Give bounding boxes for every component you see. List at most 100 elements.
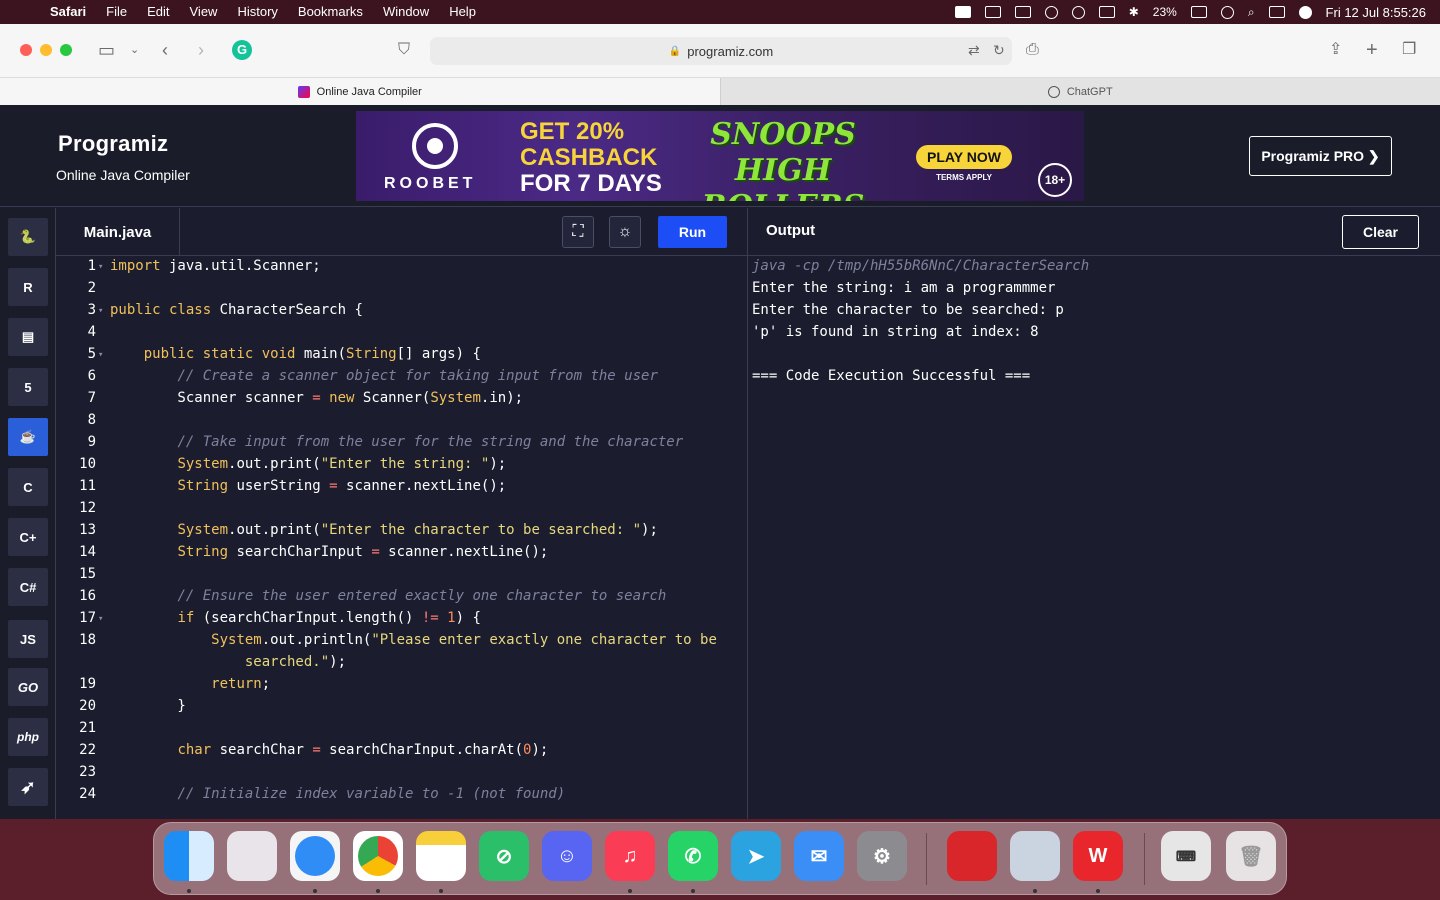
line-number: 4: [87, 324, 96, 340]
stage-manager-icon[interactable]: [984, 6, 1001, 18]
user-icon[interactable]: [1071, 5, 1085, 19]
grammarly-icon[interactable]: G: [232, 40, 252, 60]
minimize-window-button[interactable]: [40, 44, 52, 56]
line-number: 6: [87, 368, 96, 384]
code-line: import java.util.Scanner;: [110, 258, 321, 274]
php-icon[interactable]: php: [8, 718, 48, 756]
tab-online-java-compiler[interactable]: Online Java Compiler: [0, 78, 720, 105]
fullscreen-icon[interactable]: ⛶: [562, 216, 594, 248]
code-editor[interactable]: 1 2 3 4 5 6 7 8 9 10 11 12 13 14 15 16 1…: [56, 256, 748, 819]
panel-divider[interactable]: [747, 208, 748, 819]
line-number: 22: [79, 742, 96, 758]
code-line: return;: [211, 676, 271, 692]
mail-icon[interactable]: ✉: [794, 831, 844, 881]
fold-arrow-icon[interactable]: ▾: [98, 614, 103, 624]
new-tab-icon[interactable]: +: [1366, 38, 1378, 62]
display-icon[interactable]: [1014, 6, 1031, 18]
tab-chatgpt[interactable]: ChatGPT: [719, 78, 1440, 105]
back-icon[interactable]: ‹: [162, 38, 168, 62]
chrome-icon[interactable]: [353, 831, 403, 881]
system-settings-icon[interactable]: ⚙: [857, 831, 907, 881]
line-number: 23: [79, 764, 96, 780]
fold-arrow-icon[interactable]: ▾: [98, 262, 103, 272]
programiz-pro-button[interactable]: Programiz PRO ❯: [1249, 136, 1392, 176]
menu-items: Safari File Edit View History Bookmarks …: [40, 0, 486, 24]
csharp-icon[interactable]: C#: [8, 568, 48, 606]
blocker-app-icon[interactable]: ⊘: [479, 831, 529, 881]
translate-icon[interactable]: ⇄: [968, 38, 980, 62]
file-tab-main-java[interactable]: Main.java: [56, 208, 180, 256]
forward-icon[interactable]: ›: [198, 38, 204, 62]
r-icon[interactable]: R: [8, 268, 48, 306]
page-title: Online Java Compiler: [56, 167, 190, 183]
privacy-shield-icon[interactable]: ⛉: [398, 38, 410, 62]
share-icon[interactable]: ⇪: [1329, 38, 1342, 62]
wifi-icon[interactable]: [1220, 5, 1234, 19]
print-icon[interactable]: ⎙: [1026, 38, 1039, 62]
reload-icon[interactable]: ↻: [993, 38, 1005, 62]
control-center-icon[interactable]: [1268, 6, 1285, 18]
notes-icon[interactable]: [416, 831, 466, 881]
theme-toggle-icon[interactable]: ☼: [609, 216, 641, 248]
menu-safari[interactable]: Safari: [40, 0, 96, 24]
python-icon[interactable]: 🐍: [8, 218, 48, 256]
telegram-icon[interactable]: ➤: [731, 831, 781, 881]
code-line: public class CharacterSearch {: [110, 302, 363, 318]
menu-view[interactable]: View: [180, 0, 228, 24]
ad-headline-3: FOR 7 DAYS: [520, 170, 662, 197]
fold-arrow-icon[interactable]: ▾: [98, 306, 103, 316]
discord-icon[interactable]: ☺: [542, 831, 592, 881]
menu-edit[interactable]: Edit: [137, 0, 179, 24]
clear-button[interactable]: Clear: [1342, 215, 1419, 249]
chevron-down-icon[interactable]: ⌄: [130, 38, 139, 62]
finder-icon[interactable]: [164, 831, 214, 881]
zoom-window-button[interactable]: [60, 44, 72, 56]
wps-status-icon[interactable]: [954, 6, 971, 18]
programiz-logo[interactable]: Programiz: [58, 131, 168, 157]
line-number: 19: [79, 676, 96, 692]
tab-label: ChatGPT: [1066, 85, 1113, 98]
bluetooth-icon[interactable]: ✱: [1129, 5, 1139, 19]
javascript-icon[interactable]: JS: [8, 620, 48, 658]
menu-bookmarks[interactable]: Bookmarks: [288, 0, 373, 24]
clock[interactable]: Fri 12 Jul 8:55:26: [1326, 5, 1426, 20]
dock: ⊘ ☺ ♫ ✆ ➤ ✉ ⚙ W ⌨ 🗑: [153, 822, 1287, 895]
address-bar[interactable]: 🔒 programiz.com: [430, 37, 1012, 65]
tab-overview-icon[interactable]: ❐: [1402, 38, 1416, 62]
sidebar-toggle-icon[interactable]: ▭: [98, 38, 115, 62]
menu-file[interactable]: File: [96, 0, 137, 24]
battery-icon[interactable]: [1190, 6, 1207, 18]
menu-history[interactable]: History: [227, 0, 287, 24]
wps-office-icon[interactable]: W: [1073, 831, 1123, 881]
c-icon[interactable]: C: [8, 468, 48, 506]
sql-icon[interactable]: ▤: [8, 318, 48, 356]
launchpad-icon[interactable]: [227, 831, 277, 881]
java-icon[interactable]: ☕: [8, 418, 48, 456]
dock-separator: [926, 833, 927, 885]
spotlight-icon[interactable]: ⌕: [1248, 5, 1255, 20]
menu-window[interactable]: Window: [373, 0, 439, 24]
run-button[interactable]: Run: [658, 216, 727, 248]
cpp-icon[interactable]: C+: [8, 518, 48, 556]
line-number: 9: [87, 434, 96, 450]
whatsapp-icon[interactable]: ✆: [668, 831, 718, 881]
keyboard-status-icon[interactable]: [1098, 6, 1115, 18]
preview-icon[interactable]: [1010, 831, 1060, 881]
code-line: String searchCharInput = scanner.nextLin…: [177, 544, 549, 560]
swift-icon[interactable]: ➶: [8, 768, 48, 806]
trash-icon[interactable]: 🗑: [1226, 831, 1276, 881]
airdrop-icon[interactable]: [1044, 5, 1058, 19]
music-icon[interactable]: ♫: [605, 831, 655, 881]
siri-icon[interactable]: [1298, 5, 1312, 19]
menu-help[interactable]: Help: [439, 0, 486, 24]
safari-icon[interactable]: [290, 831, 340, 881]
ad-play-now-button[interactable]: PLAY NOW: [916, 145, 1012, 169]
html-icon[interactable]: 5: [8, 368, 48, 406]
photo-booth-icon[interactable]: [947, 831, 997, 881]
ad-banner[interactable]: ROOBET GET 20% CASHBACK FOR 7 DAYS SNOOP…: [356, 111, 1084, 201]
fold-arrow-icon[interactable]: ▾: [98, 350, 103, 360]
go-icon[interactable]: GO: [8, 668, 48, 706]
keyboard-viewer-icon[interactable]: ⌨: [1161, 831, 1211, 881]
close-window-button[interactable]: [20, 44, 32, 56]
dock-separator: [1144, 833, 1145, 885]
